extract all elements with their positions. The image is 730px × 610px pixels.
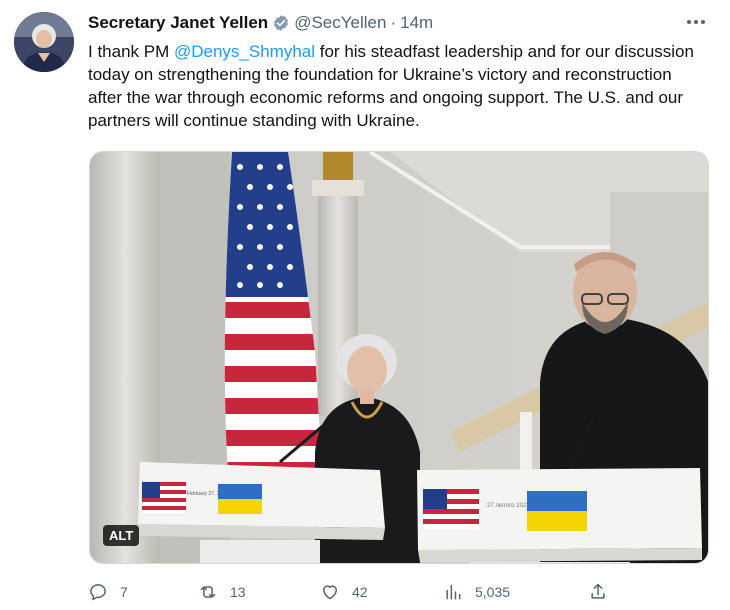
timestamp[interactable]: 14m — [400, 13, 433, 33]
tweet-actions: 7 13 42 5,035 — [88, 578, 618, 606]
retweet-button[interactable]: 13 — [198, 578, 246, 606]
reply-icon — [90, 584, 106, 601]
share-icon — [591, 583, 605, 599]
heart-icon — [323, 585, 337, 600]
author-handle[interactable]: @SecYellen — [294, 13, 386, 33]
retweet-count: 13 — [230, 584, 246, 600]
tweet-photo[interactable]: February 27, 2023 27 лютого 2023 — [89, 151, 709, 564]
podium-date-right: 27 лютого 2023 — [487, 503, 530, 509]
more-dots-icon[interactable] — [684, 12, 708, 32]
alt-badge[interactable]: ALT — [103, 525, 140, 546]
reply-count: 7 — [120, 584, 128, 600]
verified-badge-icon[interactable] — [272, 14, 290, 32]
share-button[interactable] — [588, 578, 620, 606]
like-button[interactable]: 42 — [320, 578, 368, 606]
separator: · — [390, 13, 397, 32]
tweet-header: Secretary Janet Yellen @SecYellen · 14m — [88, 12, 433, 34]
mention-link[interactable]: @Denys_Shmyhal — [174, 42, 315, 61]
views-bar-chart-icon — [446, 584, 461, 600]
views-button[interactable]: 5,035 — [443, 578, 510, 606]
author-name[interactable]: Secretary Janet Yellen — [88, 13, 268, 33]
like-count: 42 — [352, 584, 368, 600]
reply-button[interactable]: 7 — [88, 578, 128, 606]
avatar[interactable] — [14, 12, 74, 72]
views-count: 5,035 — [475, 584, 511, 600]
tweet-text-start: I thank PM — [88, 42, 174, 61]
tweet-text: I thank PM @Denys_Shmyhal for his steadf… — [88, 40, 708, 132]
retweet-icon — [200, 586, 216, 598]
